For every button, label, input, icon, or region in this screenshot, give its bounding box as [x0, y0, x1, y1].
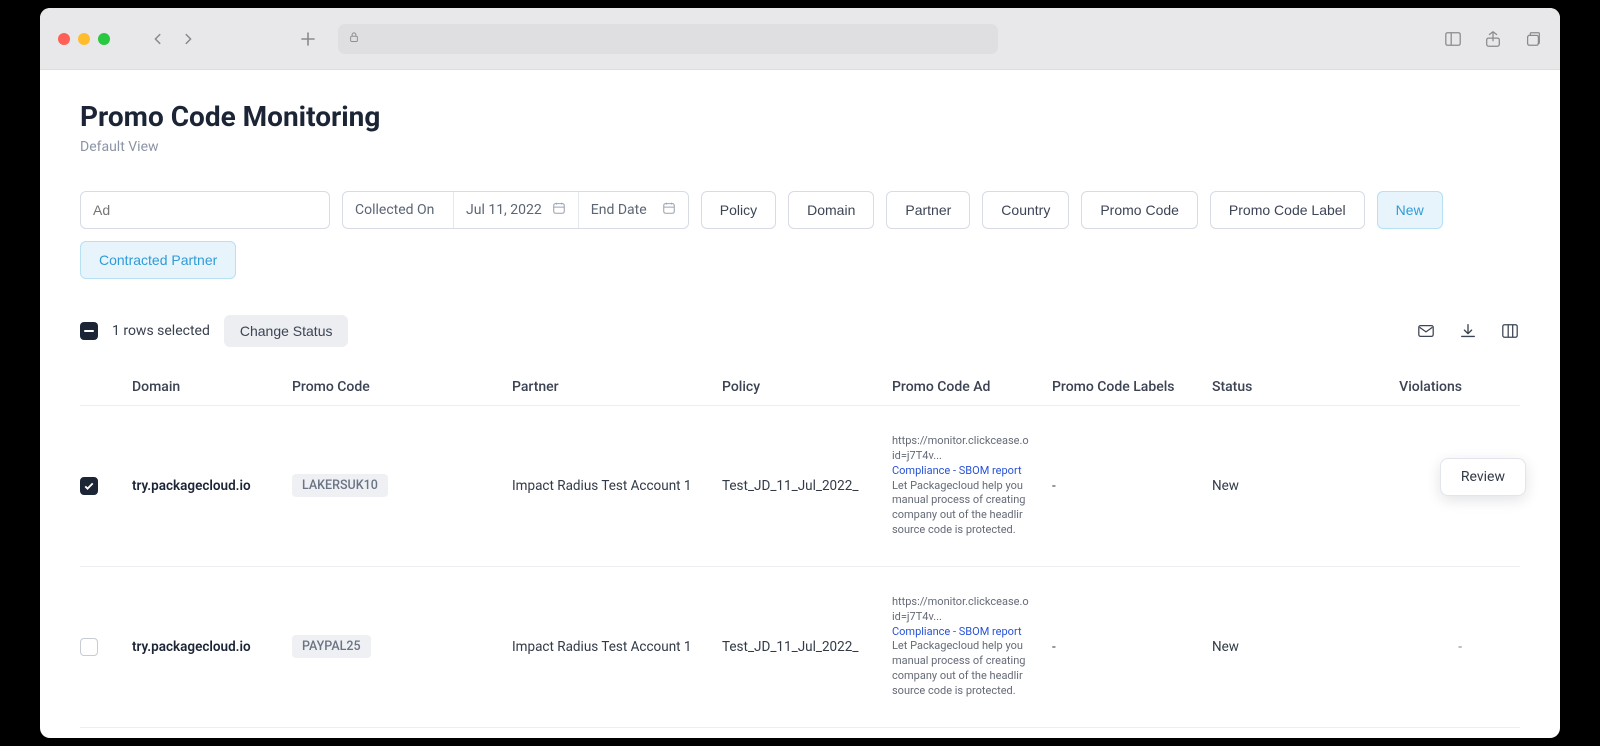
- sidebar-icon[interactable]: [1444, 30, 1462, 48]
- lock-icon: [348, 31, 360, 46]
- page-subtitle: Default View: [80, 139, 1520, 155]
- filter-row: Collected On Jul 11, 2022 End Date Polic…: [80, 191, 1520, 279]
- col-status[interactable]: Status: [1212, 379, 1322, 395]
- collected-on-label: Collected On: [343, 192, 453, 228]
- address-bar[interactable]: [338, 24, 998, 54]
- filter-promo-code[interactable]: Promo Code: [1081, 191, 1198, 229]
- col-promo-code-labels[interactable]: Promo Code Labels: [1052, 379, 1192, 395]
- filter-contracted-partner[interactable]: Contracted Partner: [80, 241, 236, 279]
- cell-promo-code: LAKERSUK10: [292, 474, 492, 497]
- cell-promo-code-ad: https://monitor.clickcease.o id=j7T4v...…: [892, 434, 1032, 538]
- ad-desc: Let Packagecloud help you manual process…: [892, 639, 1032, 698]
- collected-on-text: Collected On: [355, 202, 434, 218]
- cell-partner: Impact Radius Test Account 1: [512, 478, 702, 494]
- promo-code-badge: LAKERSUK10: [292, 474, 388, 497]
- rows-selected-text: 1 rows selected: [112, 323, 210, 339]
- table-header: Domain Promo Code Partner Policy Promo C…: [80, 369, 1520, 406]
- change-status-button[interactable]: Change Status: [224, 315, 349, 347]
- end-date-label: End Date: [591, 202, 647, 218]
- cell-promo-code: PAYPAL25: [292, 635, 492, 658]
- start-date-picker[interactable]: Jul 11, 2022: [453, 192, 578, 228]
- filter-new[interactable]: New: [1377, 191, 1443, 229]
- col-domain[interactable]: Domain: [132, 379, 272, 395]
- new-tab-button[interactable]: [296, 27, 320, 51]
- results-table: Domain Promo Code Partner Policy Promo C…: [80, 369, 1520, 728]
- window-maximize[interactable]: [98, 33, 110, 45]
- cell-labels: -: [1052, 639, 1192, 655]
- cell-status: New: [1212, 639, 1322, 655]
- page-title: Promo Code Monitoring: [80, 100, 1520, 133]
- row-checkbox[interactable]: [80, 638, 98, 656]
- ad-link[interactable]: Compliance - SBOM report: [892, 464, 1032, 479]
- ad-input[interactable]: [93, 202, 317, 218]
- table-row: try.packagecloud.io PAYPAL25 Impact Radi…: [80, 567, 1520, 728]
- nav-arrows: [150, 31, 196, 47]
- row-action-menu: Review: [1440, 458, 1526, 496]
- ad-desc: Let Packagecloud help you manual process…: [892, 479, 1032, 538]
- ad-link[interactable]: Compliance - SBOM report: [892, 625, 1032, 640]
- traffic-lights: [58, 33, 110, 45]
- date-range-group: Collected On Jul 11, 2022 End Date: [342, 191, 689, 229]
- row-checkbox[interactable]: [80, 477, 98, 495]
- end-date-picker[interactable]: End Date: [578, 192, 688, 228]
- cell-violations: -: [1342, 639, 1462, 655]
- col-violations[interactable]: Violations: [1342, 379, 1462, 395]
- col-policy[interactable]: Policy: [722, 379, 872, 395]
- filter-ad-input[interactable]: [80, 191, 330, 229]
- calendar-icon: [552, 201, 566, 219]
- ad-url: https://monitor.clickcease.o id=j7T4v...: [892, 595, 1032, 625]
- download-icon[interactable]: [1458, 321, 1478, 341]
- promo-code-badge: PAYPAL25: [292, 635, 371, 658]
- cell-status: New: [1212, 478, 1322, 494]
- cell-promo-code-ad: https://monitor.clickcease.o id=j7T4v...…: [892, 595, 1032, 699]
- columns-icon[interactable]: [1500, 321, 1520, 341]
- col-promo-code[interactable]: Promo Code: [292, 379, 492, 395]
- cell-policy: Test_JD_11_Jul_2022_: [722, 639, 872, 655]
- browser-chrome: [40, 8, 1560, 70]
- cell-partner: Impact Radius Test Account 1: [512, 639, 702, 655]
- email-icon[interactable]: [1416, 321, 1436, 341]
- filter-promo-code-label[interactable]: Promo Code Label: [1210, 191, 1365, 229]
- cell-domain: try.packagecloud.io: [132, 478, 272, 494]
- selection-bar: 1 rows selected Change Status: [80, 315, 1520, 347]
- select-all-checkbox[interactable]: [80, 322, 98, 340]
- filter-partner[interactable]: Partner: [886, 191, 970, 229]
- back-button[interactable]: [150, 31, 166, 47]
- window-close[interactable]: [58, 33, 70, 45]
- filter-policy[interactable]: Policy: [701, 191, 776, 229]
- ad-url: https://monitor.clickcease.o id=j7T4v...: [892, 434, 1032, 464]
- filter-domain[interactable]: Domain: [788, 191, 874, 229]
- menu-item-review[interactable]: Review: [1461, 469, 1505, 485]
- col-promo-code-ad[interactable]: Promo Code Ad: [892, 379, 1032, 395]
- window-minimize[interactable]: [78, 33, 90, 45]
- cell-domain: try.packagecloud.io: [132, 639, 272, 655]
- col-partner[interactable]: Partner: [512, 379, 702, 395]
- calendar-icon: [662, 201, 676, 219]
- cell-policy: Test_JD_11_Jul_2022_: [722, 478, 872, 494]
- start-date-value: Jul 11, 2022: [466, 202, 542, 218]
- forward-button[interactable]: [180, 31, 196, 47]
- table-row: try.packagecloud.io LAKERSUK10 Impact Ra…: [80, 406, 1520, 567]
- filter-country[interactable]: Country: [982, 191, 1069, 229]
- cell-labels: -: [1052, 478, 1192, 494]
- tabs-icon[interactable]: [1524, 30, 1542, 48]
- share-icon[interactable]: [1484, 30, 1502, 48]
